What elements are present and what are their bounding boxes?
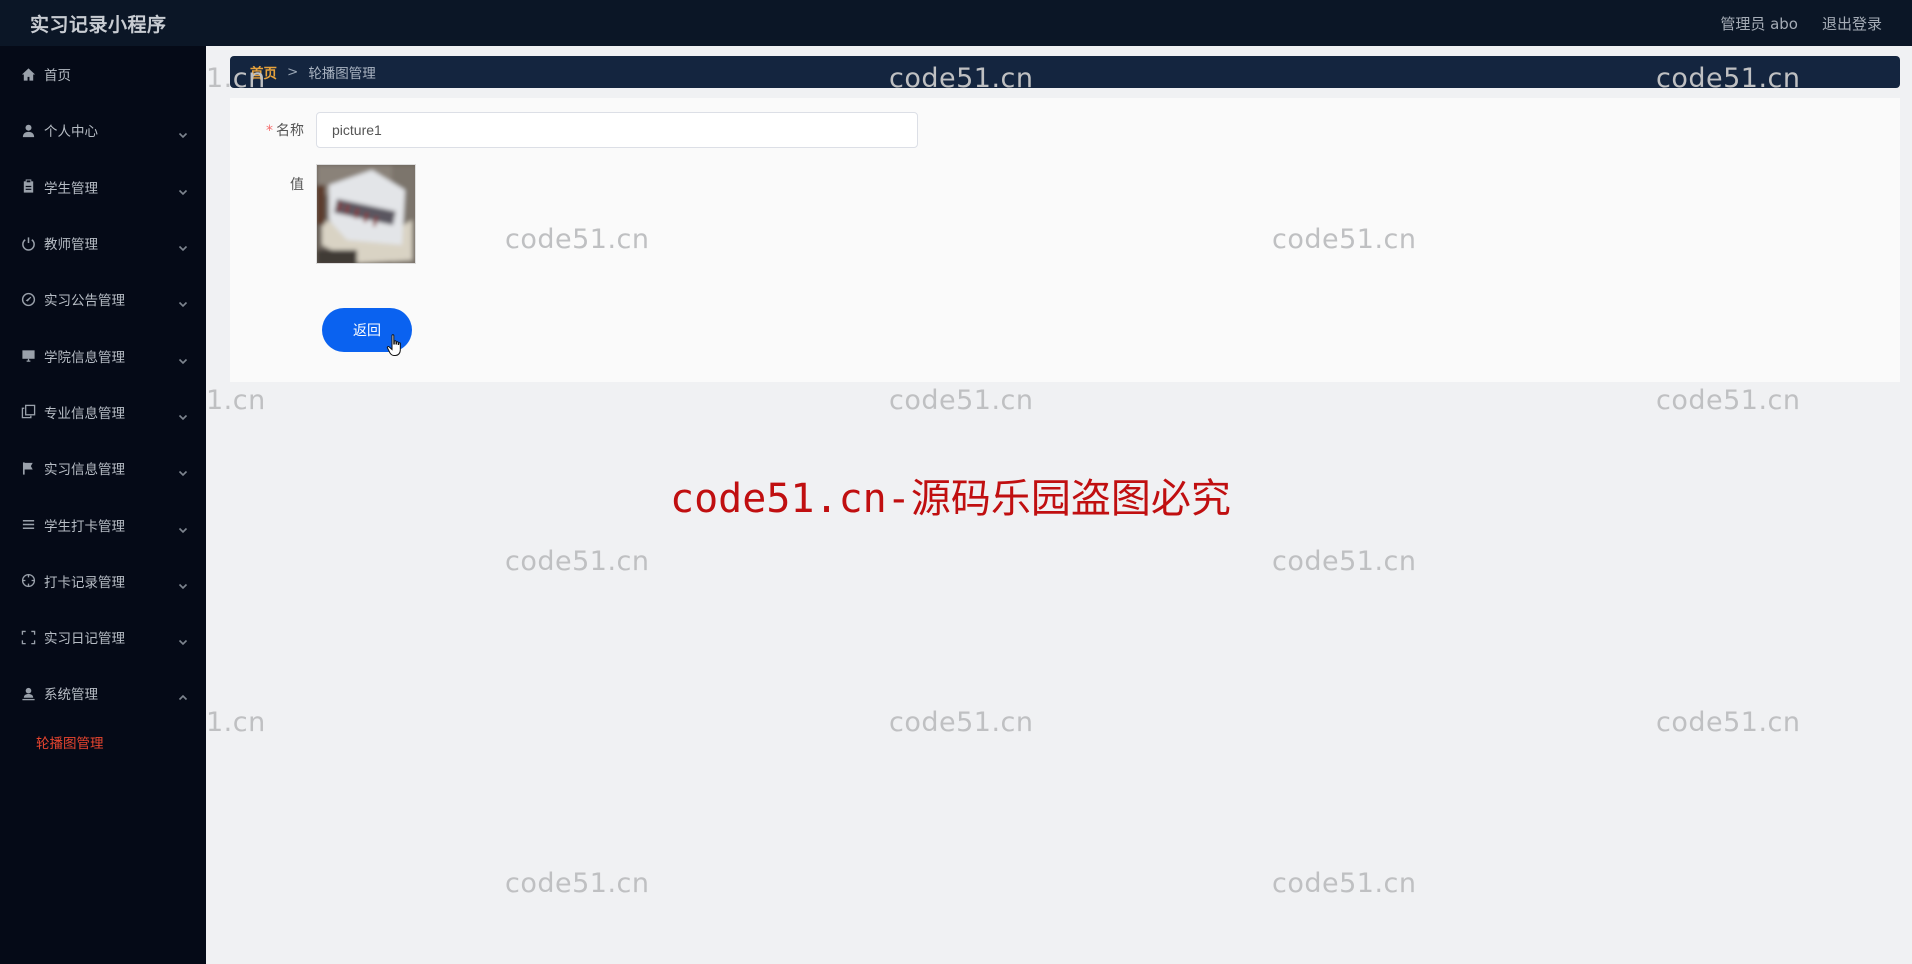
user-icon (20, 685, 36, 701)
chevron-down-icon (178, 125, 188, 139)
compass-icon (20, 291, 36, 307)
sidebar-item-label: 实习公告管理 (44, 293, 125, 310)
sidebar-item-label: 专业信息管理 (44, 405, 125, 422)
chevron-down-icon (178, 351, 188, 364)
breadcrumb-current: 轮播图管理 (308, 66, 376, 82)
sidebar-item-label: 个人中心 (44, 124, 98, 141)
sidebar-item-label: 学生打卡管理 (44, 518, 125, 535)
sidebar-item-diary-management[interactable]: 实习日记管理 (0, 609, 206, 665)
app-title: 实习记录小程序 (30, 13, 167, 36)
chevron-down-icon (178, 407, 188, 421)
list-icon (20, 517, 36, 533)
fullscreen-icon (20, 629, 36, 645)
clipboard-icon (20, 179, 36, 195)
chevron-up-icon (178, 688, 188, 701)
breadcrumb-home-link[interactable]: 首页 (250, 62, 277, 82)
sidebar-subitem-carousel-management[interactable]: 轮播图管理 (0, 722, 206, 762)
sidebar-item-checkin-record-management[interactable]: 打卡记录管理 (0, 553, 206, 609)
form-row-name: * 名称 (230, 112, 918, 148)
sidebar-item-home[interactable]: 首页 (0, 46, 206, 102)
chevron-down-icon (178, 463, 188, 477)
sidebar-item-personal-center[interactable]: 个人中心 (0, 102, 206, 158)
sidebar-item-label: 教师管理 (44, 237, 98, 254)
detail-form: *名称 值 (230, 98, 1900, 382)
sidebar-item-label: 学生管理 (44, 180, 98, 197)
current-user-label: 管理员 abo (1720, 14, 1798, 33)
sidebar-item-system-management[interactable]: 系统管理 (0, 665, 206, 721)
sidebar-item-college-management[interactable]: 学院信息管理 (0, 327, 206, 383)
power-icon (20, 235, 36, 251)
sidebar-item-notice-management[interactable]: 实习公告管理 (0, 271, 206, 327)
sidebar-item-label: 首页 (44, 68, 71, 85)
hand-cursor-icon (386, 334, 401, 356)
crosshair-icon (20, 573, 36, 589)
breadcrumb-separator: > (287, 64, 299, 80)
sidebar-item-label: 系统管理 (44, 687, 98, 704)
value-label: 值 (290, 177, 304, 193)
sidebar-item-teacher-management[interactable]: 教师管理 (0, 215, 206, 271)
chevron-down-icon (178, 632, 188, 646)
chevron-down-icon (178, 294, 188, 308)
chevron-down-icon (178, 576, 188, 589)
sidebar-item-label: 学院信息管理 (44, 349, 125, 366)
sidebar-item-label: 实习信息管理 (44, 462, 125, 479)
sidebar-item-student-management[interactable]: 学生管理 (0, 159, 206, 215)
user-icon (20, 122, 36, 138)
sidebar-item-label: 打卡记录管理 (44, 574, 125, 591)
sidebar-item-major-management[interactable]: 专业信息管理 (0, 384, 206, 440)
name-label: * 名称 (266, 123, 304, 139)
name-input[interactable] (316, 112, 918, 148)
home-icon (20, 66, 36, 82)
sidebar-item-checkin-management[interactable]: 学生打卡管理 (0, 496, 206, 552)
top-bar: 实习记录小程序 管理员 abo 退出登录 (0, 0, 1912, 46)
copy-icon (20, 404, 36, 420)
sidebar-item-label: 实习日记管理 (44, 631, 125, 648)
form-row-value: 值 (230, 164, 416, 264)
breadcrumb: 首页 > 轮播图管理 (230, 56, 1900, 88)
monitor-icon (20, 348, 36, 364)
value-image[interactable] (316, 164, 416, 264)
sidebar: 首页 个人中心 学生管理 教师管理 实习公告管理 学院信息管理 专业信息管理 实… (0, 46, 206, 964)
chevron-down-icon (178, 238, 188, 252)
sidebar-item-internship-info-management[interactable]: 实习信息管理 (0, 440, 206, 496)
flag-icon (20, 460, 36, 476)
chevron-down-icon (178, 520, 188, 533)
chevron-down-icon (178, 182, 188, 195)
required-mark: * (266, 123, 273, 139)
main-content: 首页 > 轮播图管理 *名称 值 (206, 46, 1912, 964)
logout-link[interactable]: 退出登录 (1822, 13, 1882, 34)
